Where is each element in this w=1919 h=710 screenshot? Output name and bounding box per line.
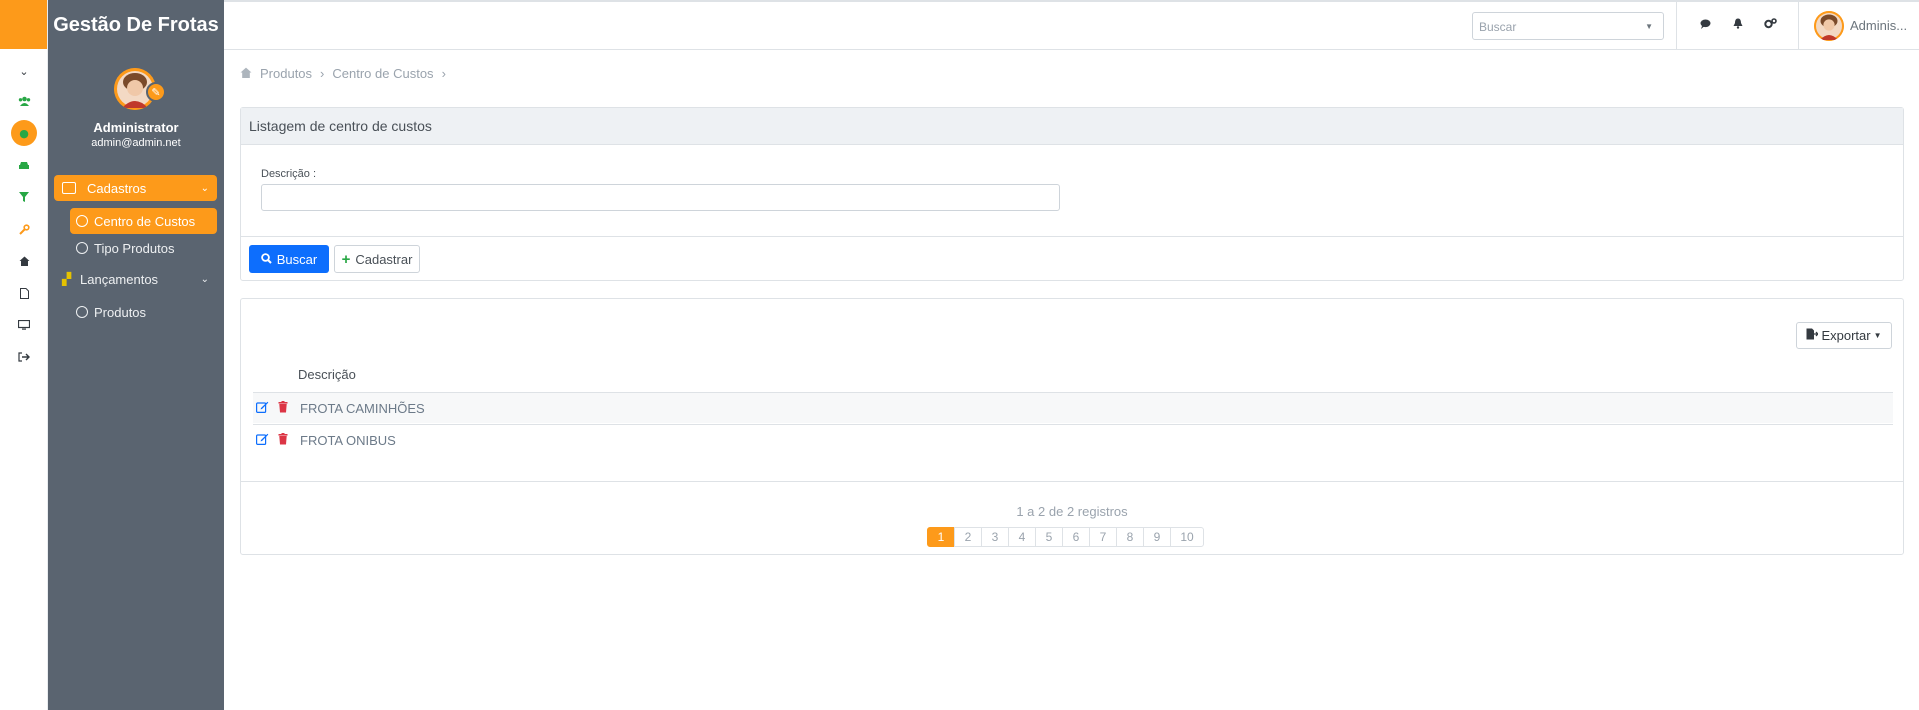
search-icon xyxy=(260,252,272,267)
rail-active-item[interactable]: ● xyxy=(0,120,48,146)
page-button[interactable]: 7 xyxy=(1089,527,1117,547)
home-icon[interactable] xyxy=(0,251,48,271)
chevron-down-icon: ⌄ xyxy=(200,182,209,194)
wrench-icon[interactable] xyxy=(0,219,48,239)
page-button[interactable]: 2 xyxy=(954,527,982,547)
profile-email: admin@admin.net xyxy=(91,137,181,149)
edit-icon[interactable] xyxy=(256,433,270,448)
breadcrumb-item[interactable]: Produtos xyxy=(260,66,312,81)
search-button-label: Buscar xyxy=(276,251,318,267)
users-icon[interactable] xyxy=(0,91,48,111)
sidebar-item-label: Centro de Custos xyxy=(94,213,196,229)
caret-down-icon: ▼ xyxy=(1645,22,1653,31)
edit-icon[interactable] xyxy=(256,401,270,416)
menu-lancamentos[interactable]: ▞ Lançamentos ⌄ xyxy=(54,266,217,292)
profile-name: Administrator xyxy=(93,120,179,135)
chevron-down-icon: ⌄ xyxy=(200,273,209,285)
top-header: Buscar ▼ Adminis... xyxy=(224,2,1919,50)
search-button[interactable]: Buscar xyxy=(249,245,329,273)
chevron-down-icon[interactable]: ⌄ xyxy=(0,61,48,81)
menu-cadastros-label: Cadastros xyxy=(87,180,147,196)
circle-icon xyxy=(76,242,88,254)
icon-rail: ⌄ ● xyxy=(0,0,48,710)
table-row: FROTA CAMINHÕES xyxy=(253,392,1893,423)
sidebar-item-produtos[interactable]: Produtos xyxy=(70,299,146,325)
page-button[interactable]: 6 xyxy=(1062,527,1090,547)
monitor-icon[interactable] xyxy=(0,315,48,335)
page-button[interactable]: 1 xyxy=(927,527,955,547)
pagination: 1 2 3 4 5 6 7 8 9 10 xyxy=(927,527,1204,547)
list-card: Exportar ▼ Descrição FROTA CAMINHÕES FRO… xyxy=(240,298,1904,555)
sidebar: Gestão De Frotas ✎ Administrator admin@a… xyxy=(48,0,224,710)
card-title: Listagem de centro de custos xyxy=(241,108,1903,145)
descricao-input[interactable] xyxy=(261,184,1060,211)
row-descricao: FROTA ONIBUS xyxy=(300,432,396,448)
create-button[interactable]: + Cadastrar xyxy=(334,245,420,273)
home-icon[interactable] xyxy=(240,66,252,81)
divider xyxy=(1676,2,1677,50)
circle-icon xyxy=(76,306,88,318)
export-button-label: Exportar xyxy=(1821,328,1871,343)
records-count: 1 a 2 de 2 registros xyxy=(1016,504,1128,519)
car-icon[interactable] xyxy=(0,155,48,175)
pencil-icon[interactable]: ✎ xyxy=(146,82,166,102)
row-descricao: FROTA CAMINHÕES xyxy=(300,400,425,416)
gears-icon[interactable] xyxy=(1763,18,1777,32)
user-avatar[interactable] xyxy=(1814,11,1844,41)
header-username[interactable]: Adminis... xyxy=(1850,18,1907,33)
menu-lancamentos-label: Lançamentos xyxy=(80,271,159,287)
divider xyxy=(1798,2,1799,50)
trash-icon[interactable] xyxy=(278,432,292,448)
chevron-right-icon: › xyxy=(320,66,325,81)
file-export-icon xyxy=(1806,328,1820,343)
circle-icon: ● xyxy=(11,120,37,146)
descricao-label: Descrição : xyxy=(261,168,317,180)
address-card-icon xyxy=(62,182,76,194)
trash-icon[interactable] xyxy=(278,400,292,416)
sidebar-item-centro-de-custos[interactable]: Centro de Custos xyxy=(70,208,217,234)
sidebar-item-tipo-produtos[interactable]: Tipo Produtos xyxy=(70,235,174,261)
page-button[interactable]: 4 xyxy=(1008,527,1036,547)
create-button-label: Cadastrar xyxy=(355,251,413,267)
plus-icon: + xyxy=(341,250,351,268)
page-button[interactable]: 10 xyxy=(1170,527,1204,547)
chevron-right-icon: › xyxy=(441,66,446,81)
table-row: FROTA ONIBUS xyxy=(253,424,1893,455)
logout-icon[interactable] xyxy=(0,347,48,367)
chat-icon[interactable] xyxy=(1698,18,1712,32)
rail-header xyxy=(0,0,47,49)
export-button[interactable]: Exportar ▼ xyxy=(1796,322,1892,349)
menu-cadastros[interactable]: Cadastros ⌄ xyxy=(54,175,217,201)
sidebar-item-label: Produtos xyxy=(94,304,147,320)
sidebar-item-label: Tipo Produtos xyxy=(94,240,175,256)
search-placeholder: Buscar xyxy=(1479,20,1517,34)
filter-card: Listagem de centro de custos Descrição :… xyxy=(240,107,1904,281)
page-button[interactable]: 8 xyxy=(1116,527,1144,547)
page-button[interactable]: 3 xyxy=(981,527,1009,547)
circle-icon xyxy=(76,215,88,227)
cubes-icon: ▞ xyxy=(62,272,72,286)
page-button[interactable]: 9 xyxy=(1143,527,1171,547)
divider xyxy=(241,481,1903,482)
bell-icon[interactable] xyxy=(1731,18,1745,32)
caret-down-icon: ▼ xyxy=(1873,331,1882,340)
file-icon[interactable] xyxy=(0,283,48,303)
page-button[interactable]: 5 xyxy=(1035,527,1063,547)
divider xyxy=(241,236,1903,237)
filter-icon[interactable] xyxy=(0,187,48,207)
breadcrumb: Produtos › Centro de Custos › xyxy=(240,66,446,81)
search-select[interactable]: Buscar ▼ xyxy=(1472,12,1664,40)
app-brand[interactable]: Gestão De Frotas xyxy=(48,0,224,50)
column-header-descricao[interactable]: Descrição xyxy=(298,367,356,382)
breadcrumb-item[interactable]: Centro de Custos xyxy=(332,66,433,81)
